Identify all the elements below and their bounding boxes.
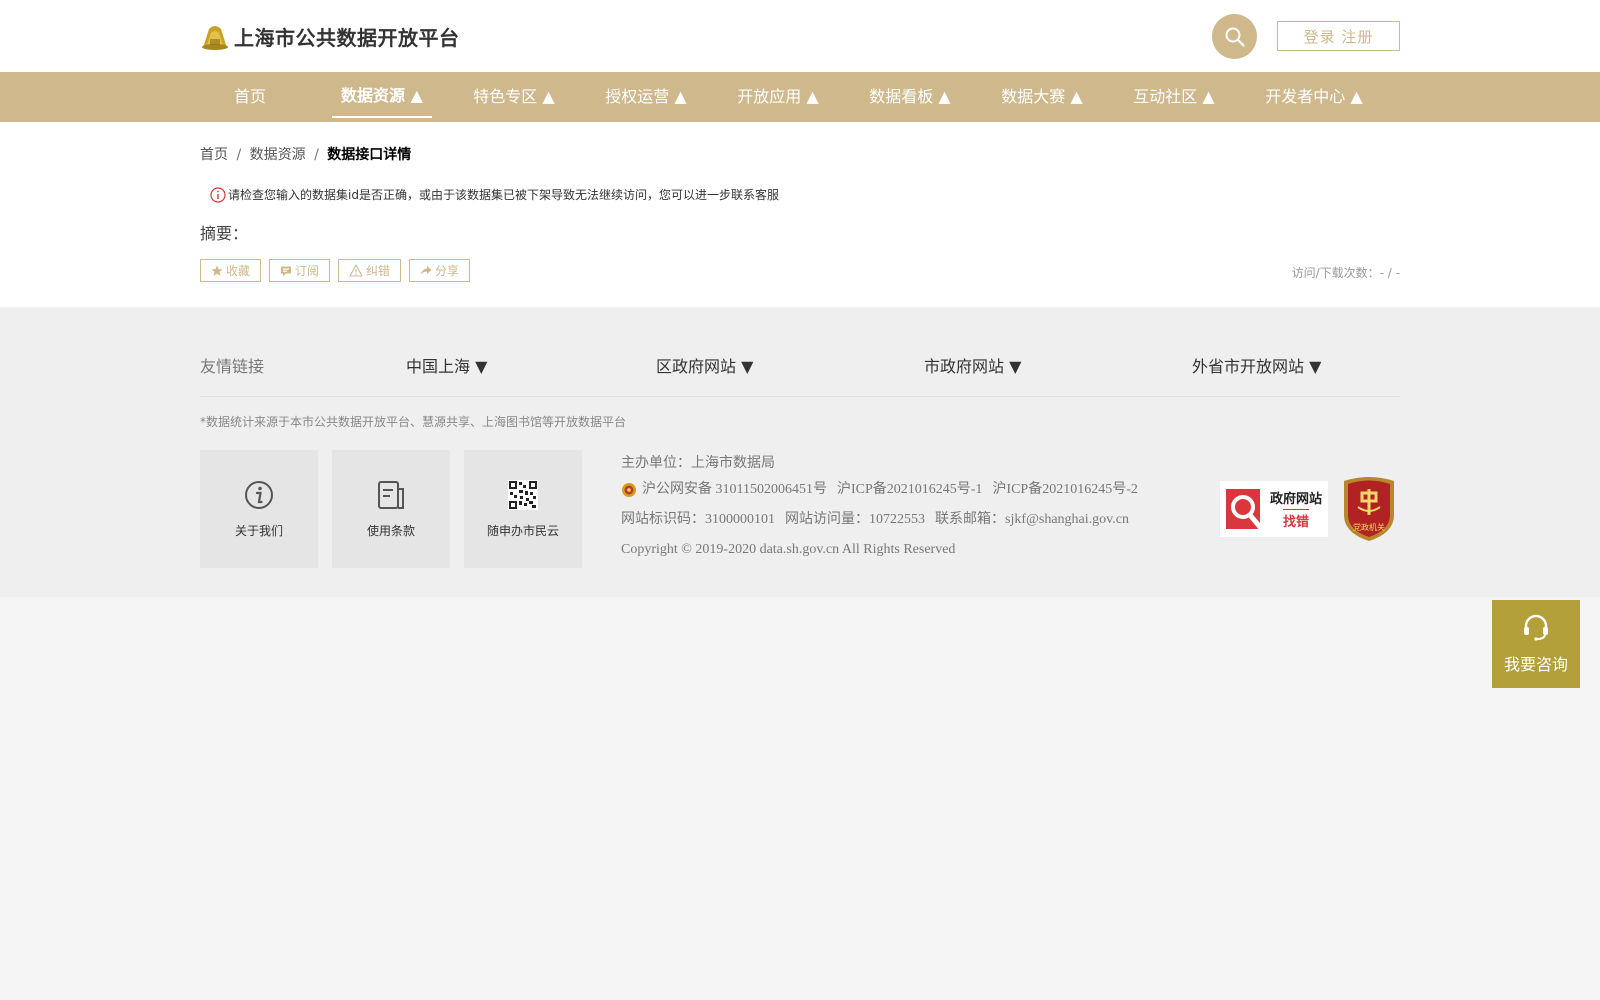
friend-links-row: 友情链接 中国上海 ▼ 区政府网站 ▼ 市政府网站 ▼ 外省市开放网站 ▼ [200,307,1400,397]
search-button[interactable] [1212,14,1257,59]
nav-item-data-contest[interactable]: 数据大赛 ▲ [992,72,1092,118]
nav-item-data-dashboard[interactable]: 数据看板 ▲ [860,72,960,118]
terms-of-use-tile[interactable]: 使用条款 [332,450,450,568]
friend-link-china-shanghai[interactable]: 中国上海 ▼ [406,353,487,377]
copyright: Copyright © 2019-2020 data.sh.gov.cn All… [621,542,956,557]
magnifier-badge-icon [1226,489,1263,530]
breadcrumb-current: 数据接口详情 [327,147,412,163]
site-logo[interactable]: 上海市公共数据开放平台 [200,22,460,51]
site-meta-line: 网站标识码：3100000101 网站访问量：10722553 联系邮箱：sjk… [621,505,1148,535]
consult-button[interactable]: 我要咨询 [1492,600,1580,688]
report-error-label: 纠错 [366,264,391,278]
site-title: 上海市公共数据开放平台 [234,26,460,50]
gov-badge-title: 政府网站 [1270,492,1323,507]
nav-item-data-resources[interactable]: 数据资源 ▲ [332,72,432,118]
stat-source-note: *数据统计来源于本市公共数据开放平台、慧源共享、上海图书馆等开放数据平台 [200,415,627,429]
site-visits: 网站访问量：10722553 [785,512,925,527]
main-nav: 首页 数据资源 ▲ 特色专区 ▲ 授权运营 ▲ 开放应用 ▲ 数据看板 ▲ 数据… [0,72,1600,122]
nav-item-community[interactable]: 互动社区 ▲ [1124,72,1224,118]
logo-icon [202,25,228,50]
site-id: 网站标识码：3100000101 [621,512,775,527]
breadcrumb-home[interactable]: 首页 [200,147,228,163]
icp-record-2-link[interactable]: 沪ICP备2021016245号-2 [992,475,1137,505]
breadcrumb-separator: / [236,147,242,163]
breadcrumb-data-resources[interactable]: 数据资源 [250,147,306,163]
breadcrumb: 首页 / 数据资源 / 数据接口详情 [200,144,411,164]
about-us-tile[interactable]: 关于我们 [200,450,318,568]
subscribe-button[interactable]: 订阅 [269,259,331,282]
icp-record-1-link[interactable]: 沪ICP备2021016245号-1 [837,475,982,505]
nav-item-developer-center[interactable]: 开发者中心 ▲ [1256,72,1372,118]
qr-code-icon [508,479,538,510]
security-record-link[interactable]: 沪公网安备 31011502006451号 [642,475,827,505]
alert-info-icon [210,186,226,203]
subscribe-icon [281,266,292,276]
host-unit: 主办单位：上海市数据局 [621,456,775,471]
share-label: 分享 [435,264,460,278]
party-badge-label: 党政机关 [1353,523,1385,532]
share-icon [420,265,432,275]
friend-link-city-gov[interactable]: 市政府网站 ▼ [924,353,1021,377]
site-footer: 友情链接 中国上海 ▼ 区政府网站 ▼ 市政府网站 ▼ 外省市开放网站 ▼ *数… [0,307,1600,597]
error-alert: 请检查您输入的数据集id是否正确，或由于该数据集已被下架导致无法继续访问，您可以… [210,186,779,203]
record-line: 沪公网安备 31011502006451号 沪ICP备2021016245号-1… [621,475,1148,505]
breadcrumb-separator: / [314,147,319,163]
login-register-button[interactable]: 登录 注册 [1277,21,1400,51]
about-us-label: 关于我们 [234,523,283,538]
friend-link-other-provinces[interactable]: 外省市开放网站 ▼ [1192,353,1321,377]
terms-of-use-label: 使用条款 [366,523,415,538]
suishenban-tile[interactable]: 随申办市民云 [464,450,582,568]
report-error-button[interactable]: 纠错 [338,259,402,282]
nav-item-featured-zone[interactable]: 特色专区 ▲ [464,72,564,118]
gov-badge-subtitle: 找错 [1283,509,1310,530]
suishenban-label: 随申办市民云 [486,523,559,538]
police-badge-icon [622,483,636,497]
friend-links-label: 友情链接 [200,357,265,376]
share-button[interactable]: 分享 [409,259,471,282]
nav-item-authorized-ops[interactable]: 授权运营 ▲ [596,72,696,118]
action-bar: 收藏 订阅 纠错 分享 [200,259,471,282]
search-icon [1225,27,1245,47]
contact-email[interactable]: 联系邮箱：sjkf@shanghai.gov.cn [935,505,1129,535]
star-icon [211,265,223,276]
favorite-label: 收藏 [226,264,251,278]
friend-link-district-gov[interactable]: 区政府网站 ▼ [656,353,753,377]
summary-label: 摘要： [200,224,249,243]
visit-download-count: 访问/下载次数：- / - [1291,266,1400,280]
subscribe-label: 订阅 [295,264,320,278]
nav-item-open-apps[interactable]: 开放应用 ▲ [728,72,828,118]
document-icon [378,480,404,509]
party-gov-badge[interactable]: 党政机关 [1340,475,1398,543]
info-icon [245,480,273,509]
warning-icon [349,264,363,277]
site-header: 上海市公共数据开放平台 登录 注册 [0,0,1600,72]
favorite-button[interactable]: 收藏 [200,259,262,282]
gov-site-error-badge[interactable]: 政府网站 找错 [1219,480,1329,538]
headset-icon [1524,614,1548,641]
site-info: 主办单位：上海市数据局 沪公网安备 31011502006451号 沪ICP备2… [621,453,1148,565]
nav-item-home[interactable]: 首页 [220,72,280,118]
main-content: 首页 / 数据资源 / 数据接口详情 请检查您输入的数据集id是否正确，或由于该… [0,122,1600,307]
consult-label: 我要咨询 [1503,655,1568,674]
alert-message: 请检查您输入的数据集id是否正确，或由于该数据集已被下架导致无法继续访问，您可以… [228,188,779,202]
